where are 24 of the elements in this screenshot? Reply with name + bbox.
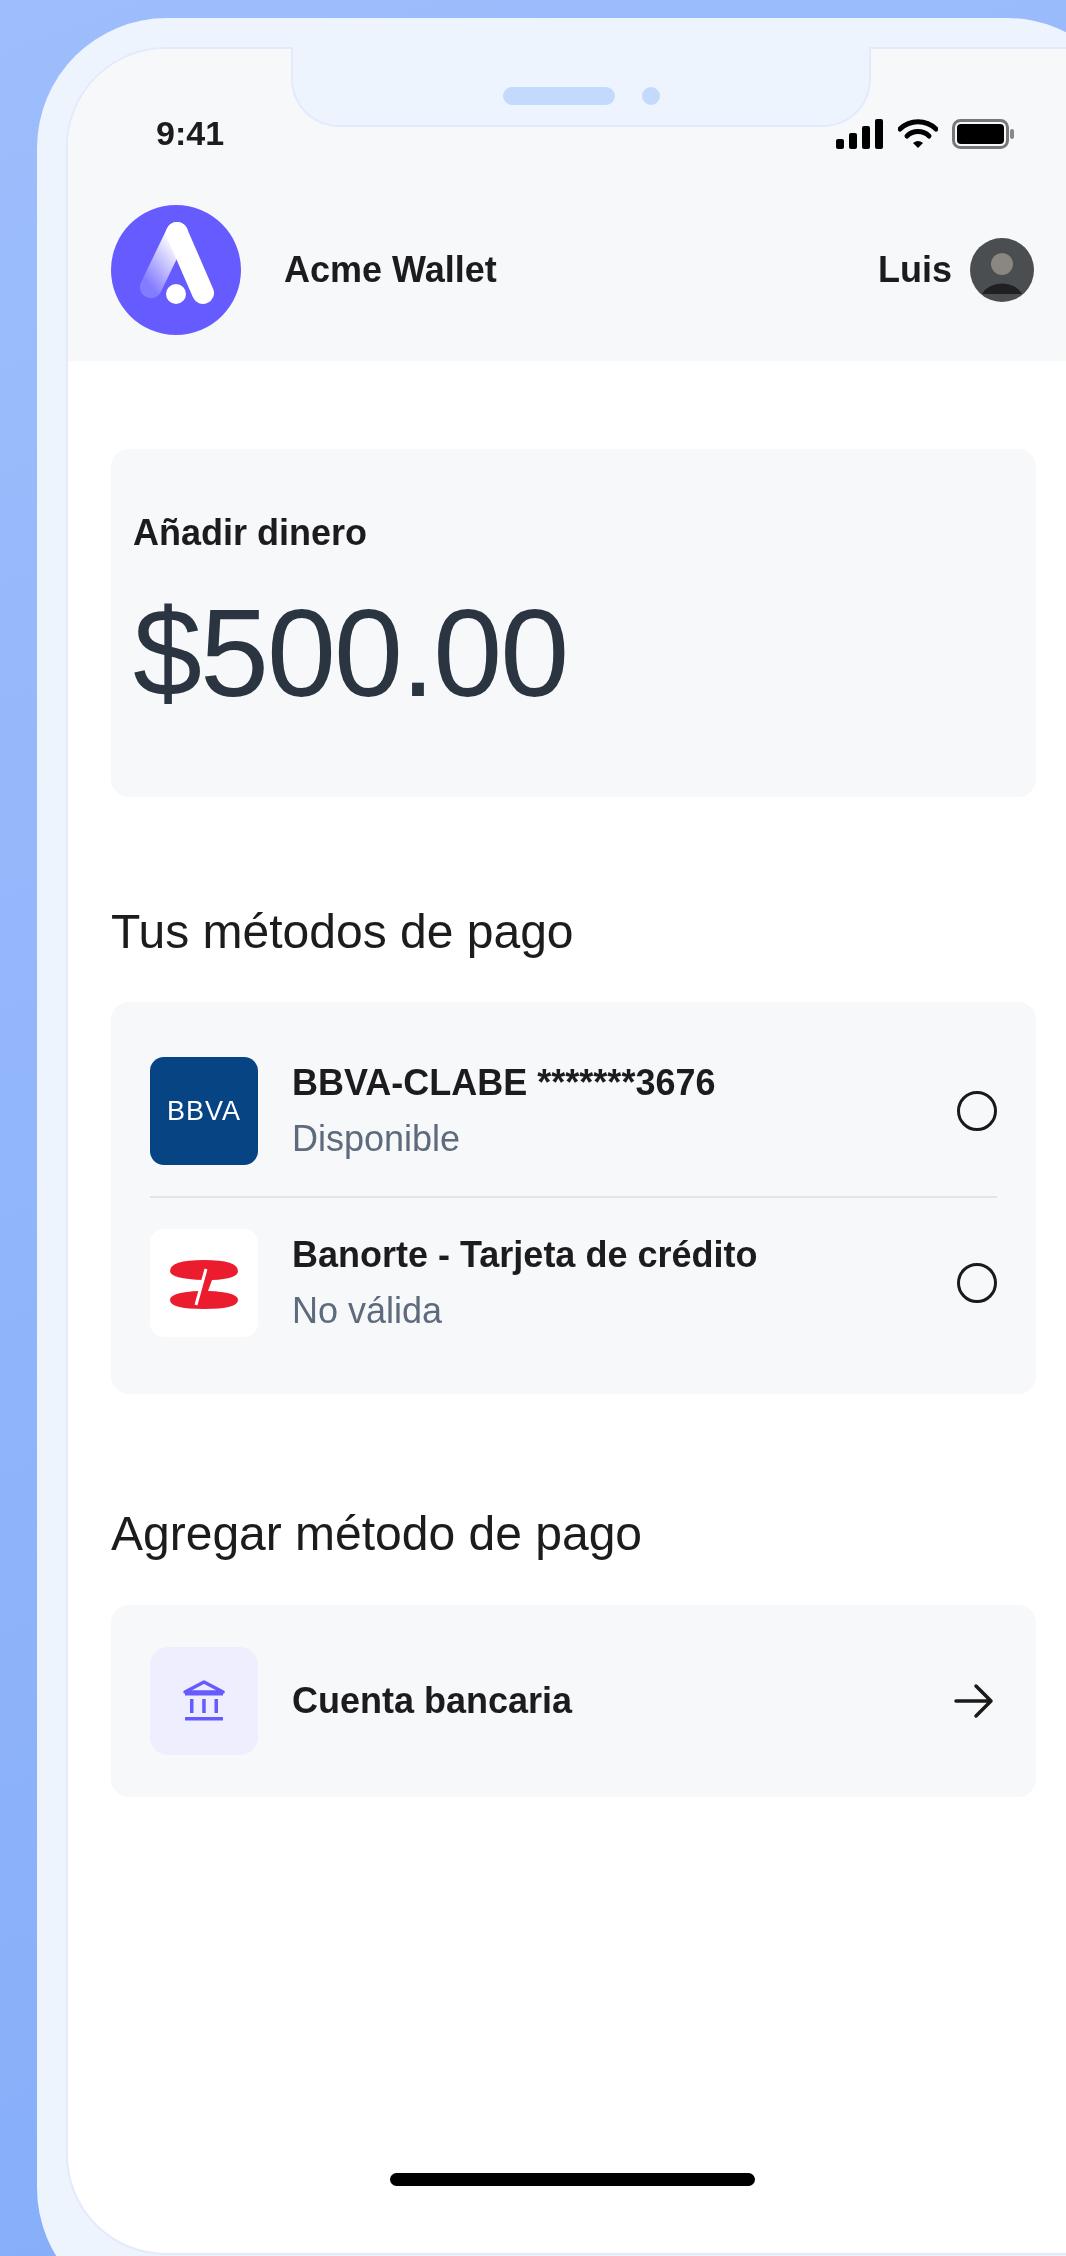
bank-icon	[183, 1680, 225, 1722]
status-time: 9:41	[156, 113, 225, 153]
radio-button[interactable]	[957, 1263, 997, 1303]
radio-button[interactable]	[957, 1091, 997, 1131]
arrow-right-icon	[954, 1683, 994, 1719]
add-method-label: Cuenta bancaria	[292, 1680, 574, 1722]
bank-logo: BBVA	[150, 1057, 258, 1165]
wifi-icon	[898, 119, 938, 149]
user-name: Luis	[878, 249, 952, 291]
amount-label: Añadir dinero	[133, 511, 369, 555]
method-status: Disponible	[292, 1118, 462, 1160]
avatar-icon[interactable]	[970, 238, 1034, 302]
bank-logo-icon	[150, 1229, 258, 1337]
add-method-item[interactable]: Cuenta bancaria	[111, 1605, 1036, 1797]
app-logo-icon	[111, 205, 241, 335]
app-name: Acme Wallet	[284, 249, 497, 291]
method-status: No válida	[292, 1290, 444, 1332]
amount-value: $500.00	[133, 583, 569, 723]
method-name: BBVA-CLABE *******3676	[292, 1062, 717, 1104]
section-title: Agregar método de pago	[111, 1506, 644, 1562]
method-name: Banorte - Tarjeta de crédito	[292, 1234, 759, 1276]
battery-icon	[952, 119, 1014, 149]
section-title: Tus métodos de pago	[111, 904, 575, 960]
signal-icon	[836, 119, 884, 149]
